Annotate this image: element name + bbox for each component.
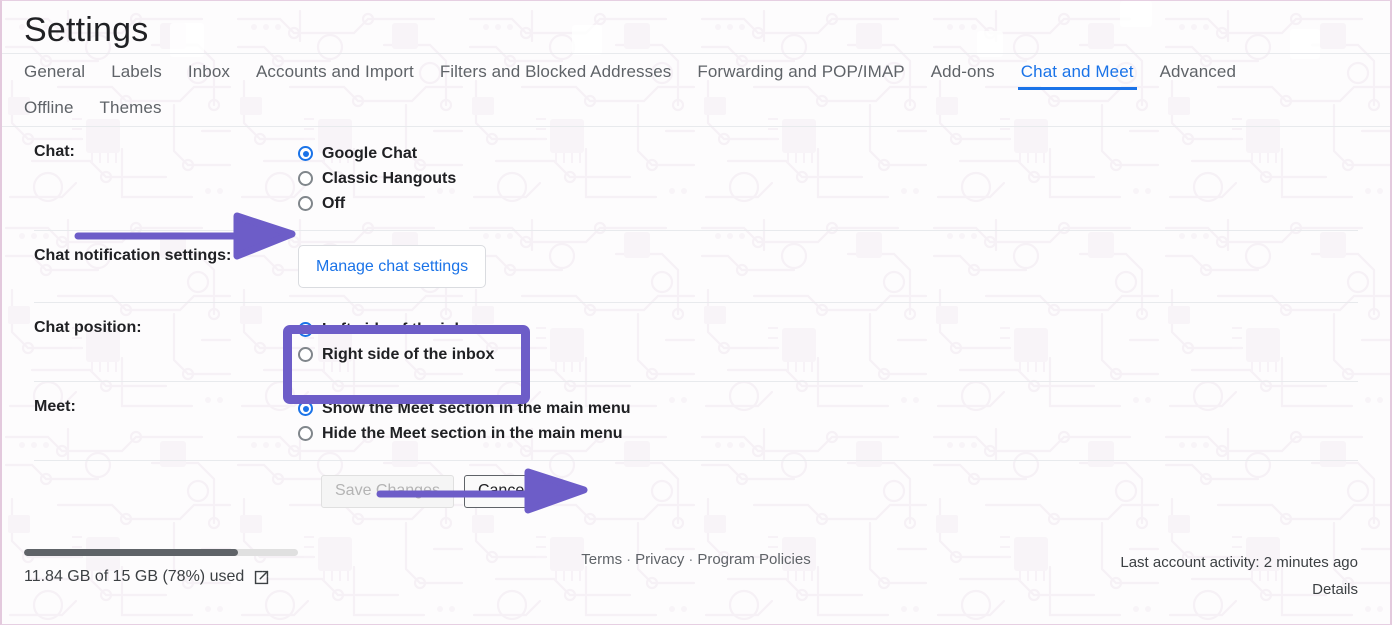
- settings-rows: Chat: Google Chat Classic Hangouts Off C…: [34, 127, 1358, 520]
- settings-tabbar-primary: General Labels Inbox Accounts and Import…: [2, 54, 1390, 90]
- tab-forwarding-and-pop-imap[interactable]: Forwarding and POP/IMAP: [684, 60, 917, 90]
- page-title: Settings: [24, 11, 149, 49]
- radio-icon-off[interactable]: [298, 196, 313, 211]
- storage-usage-text: 11.84 GB of 15 GB (78%) used: [24, 568, 245, 585]
- setting-row-chat: Chat: Google Chat Classic Hangouts Off: [34, 127, 1358, 230]
- chat-notification-settings-label: Chat notification settings:: [34, 247, 232, 264]
- tab-chat-and-meet[interactable]: Chat and Meet: [1008, 60, 1147, 90]
- chat-position-label: Chat position:: [34, 319, 142, 336]
- chat-options: Google Chat Classic Hangouts Off: [298, 141, 1358, 216]
- last-account-activity-text: Last account activity: 2 minutes ago: [1120, 554, 1358, 571]
- tab-filters-and-blocked-addresses[interactable]: Filters and Blocked Addresses: [427, 60, 685, 90]
- chat-notification-settings-body: Manage chat settings: [298, 245, 1358, 288]
- tab-advanced[interactable]: Advanced: [1147, 60, 1249, 90]
- meet-label: Meet:: [34, 398, 76, 415]
- setting-row-chat-notification-settings: Chat notification settings: Manage chat …: [34, 230, 1358, 302]
- cancel-button[interactable]: Cancel: [463, 475, 542, 508]
- manage-chat-settings-button[interactable]: Manage chat settings: [298, 245, 487, 288]
- tab-add-ons[interactable]: Add-ons: [918, 60, 1008, 90]
- radio-icon-hide-meet-section[interactable]: [298, 426, 313, 441]
- account-activity: Last account activity: 2 minutes ago Det…: [1120, 549, 1358, 603]
- external-link-icon[interactable]: [253, 569, 270, 586]
- footer-bar: 11.84 GB of 15 GB (78%) used Terms · Priva…: [4, 538, 1388, 624]
- tab-accounts-and-import[interactable]: Accounts and Import: [243, 60, 427, 90]
- chat-label: Chat:: [34, 143, 75, 160]
- radio-label-google-chat[interactable]: Google Chat: [322, 145, 417, 163]
- radio-label-classic-hangouts[interactable]: Classic Hangouts: [322, 170, 456, 188]
- link-program-policies[interactable]: Program Policies: [697, 551, 810, 568]
- tab-general[interactable]: General: [24, 60, 98, 90]
- radio-option-google-chat[interactable]: Google Chat: [298, 141, 1358, 166]
- storage-usage-text-wrap: 11.84 GB of 15 GB (78%) used: [24, 568, 324, 586]
- tab-labels[interactable]: Labels: [98, 60, 175, 90]
- tab-themes[interactable]: Themes: [87, 96, 175, 126]
- settings-actions: Save Changes Cancel: [34, 475, 542, 508]
- account-activity-details-link[interactable]: Details: [1120, 576, 1358, 603]
- settings-page: Settings General Labels Inbox Accounts a…: [0, 0, 1392, 625]
- link-privacy[interactable]: Privacy: [635, 551, 684, 568]
- tab-inbox[interactable]: Inbox: [175, 60, 243, 90]
- link-separator-1: ·: [626, 551, 632, 568]
- radio-icon-classic-hangouts[interactable]: [298, 171, 313, 186]
- highlight-box-chat-position: [283, 325, 530, 404]
- radio-option-off[interactable]: Off: [298, 191, 1358, 216]
- radio-label-off[interactable]: Off: [322, 195, 345, 213]
- tab-offline[interactable]: Offline: [24, 96, 87, 126]
- settings-actions-row: Save Changes Cancel: [34, 460, 1358, 520]
- setting-row-meet: Meet: Show the Meet section in the main …: [34, 381, 1358, 460]
- radio-label-hide-meet-section[interactable]: Hide the Meet section in the main menu: [322, 425, 623, 443]
- settings-tabbar-secondary: Offline Themes: [2, 90, 1390, 126]
- link-terms[interactable]: Terms: [581, 551, 622, 568]
- settings-content: Settings General Labels Inbox Accounts a…: [2, 1, 1390, 520]
- radio-option-hide-meet-section[interactable]: Hide the Meet section in the main menu: [298, 421, 1358, 446]
- setting-row-chat-position: Chat position: Left side of the inbox Ri…: [34, 302, 1358, 381]
- link-separator-2: ·: [688, 551, 694, 568]
- radio-option-classic-hangouts[interactable]: Classic Hangouts: [298, 166, 1358, 191]
- save-changes-button[interactable]: Save Changes: [321, 475, 454, 508]
- radio-icon-google-chat[interactable]: [298, 146, 313, 161]
